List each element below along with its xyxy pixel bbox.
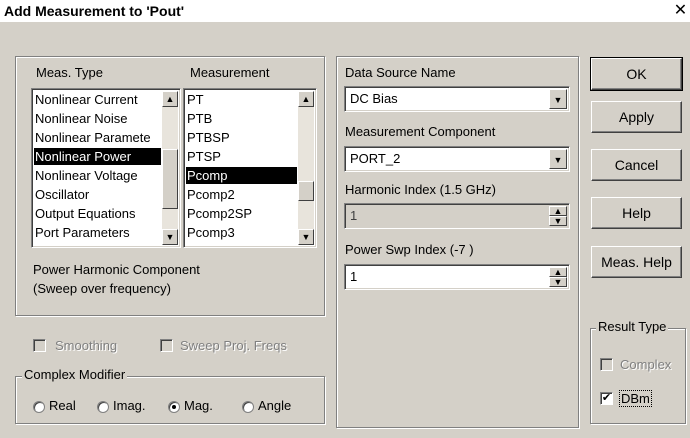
complex-modifier-label: Mag. (184, 398, 213, 413)
meas-type-list-item[interactable]: Nonlinear Power (34, 148, 161, 165)
scroll-up-icon[interactable]: ▲ (298, 91, 314, 107)
complex-checkbox[interactable] (600, 358, 613, 371)
chevron-down-icon[interactable]: ▼ (549, 89, 567, 109)
window-title: Add Measurement to 'Pout' (4, 3, 185, 19)
measurement-component-dropdown[interactable]: PORT_2 ▼ (344, 146, 570, 172)
data-source-value: DC Bias (350, 91, 398, 106)
measurement-list-item[interactable]: PTB (186, 110, 297, 127)
meas-type-header: Meas. Type (36, 65, 103, 80)
chevron-down-icon[interactable]: ▼ (549, 149, 567, 169)
spin-up-icon[interactable]: ▲ (549, 206, 567, 216)
scroll-down-icon[interactable]: ▼ (298, 229, 314, 245)
result-type-group (590, 328, 686, 424)
measurement-list-item[interactable]: PTSP (186, 148, 297, 165)
complex-modifier-label: Angle (258, 398, 292, 413)
smoothing-label: Smoothing (55, 338, 118, 353)
harmonic-index-value: 1 (350, 208, 358, 223)
sweep-proj-freqs-checkbox[interactable] (160, 339, 173, 352)
measurement-scrollbar[interactable]: ▲ ▼ (298, 91, 314, 245)
sweep-proj-freqs-label: Sweep Proj. Freqs (180, 338, 287, 353)
meas-type-list-item[interactable]: Nonlinear Current (34, 91, 161, 108)
apply-button[interactable]: Apply (591, 101, 682, 133)
meas-type-list-item[interactable]: Port Parameters (34, 224, 161, 241)
smoothing-checkbox[interactable] (33, 339, 46, 352)
complex-modifier-label: Imag. (113, 398, 146, 413)
spin-up-icon[interactable]: ▲ (549, 267, 567, 277)
measurement-header: Measurement (190, 65, 270, 80)
meas-type-list-item[interactable]: Nonlinear Noise (34, 110, 161, 127)
cancel-button[interactable]: Cancel (591, 149, 682, 181)
complex-modifier-radio-real[interactable] (33, 401, 45, 413)
data-source-dropdown[interactable]: DC Bias ▼ (344, 86, 570, 112)
complex-modifier-radio-angle[interactable] (242, 401, 254, 413)
scroll-up-icon[interactable]: ▲ (162, 91, 178, 107)
power-swp-value: 1 (350, 269, 358, 284)
measurement-list[interactable]: PT PTB PTBSP PTSP Pcomp Pcomp2 Pcomp2SP Pcomp3 … (183, 88, 317, 248)
power-swp-label: Power Swp Index (-7 ) (345, 242, 474, 257)
measurement-list-item[interactable]: Pcomp3 (186, 224, 297, 241)
complex-modifier-title: Complex Modifier (22, 367, 128, 382)
complex-modifier-label: Real (49, 398, 76, 413)
complex-label: Complex (620, 357, 672, 372)
measurement-list-item[interactable]: Pcomp (186, 167, 297, 184)
description-line-1: Power Harmonic Component (33, 262, 200, 277)
meas-help-button[interactable]: Meas. Help (591, 246, 682, 278)
power-swp-field[interactable]: 1 ▲ ▼ (344, 264, 570, 290)
scroll-thumb[interactable] (298, 181, 314, 201)
harmonic-index-label: Harmonic Index (1.5 GHz) (345, 182, 496, 197)
radio-selected-dot (172, 405, 176, 409)
description-line-2: (Sweep over frequency) (33, 281, 172, 296)
spin-down-icon[interactable]: ▼ (549, 216, 567, 226)
scroll-down-icon[interactable]: ▼ (162, 229, 178, 245)
data-source-label: Data Source Name (345, 65, 456, 80)
help-button[interactable]: Help (591, 197, 682, 229)
meas-type-list[interactable]: Nonlinear Current Nonlinear Noise Nonlinea… (31, 88, 181, 248)
meas-type-list-item[interactable]: Nonlinear Paramete (34, 129, 161, 146)
meas-type-list-item[interactable]: Oscillator (34, 186, 161, 203)
meas-type-list-item[interactable]: Output Equations (34, 205, 161, 222)
result-type-title: Result Type (596, 319, 669, 334)
measurement-list-item[interactable]: PTBSP (186, 129, 297, 146)
ok-button[interactable]: OK (590, 57, 683, 91)
measurement-list-item[interactable]: PT (186, 91, 297, 108)
meas-type-scrollbar[interactable]: ▲ ▼ (162, 91, 178, 245)
measurement-component-label: Measurement Component (345, 124, 496, 139)
dbm-label: DBm (619, 390, 652, 407)
measurement-list-item[interactable]: Pcomp2 (186, 186, 297, 203)
complex-modifier-radio-mag[interactable] (168, 401, 180, 413)
measurement-component-value: PORT_2 (350, 151, 401, 166)
complex-modifier-radio-imag[interactable] (97, 401, 109, 413)
dbm-checkbox[interactable]: ✔ (600, 392, 613, 405)
harmonic-index-field[interactable]: 1 ▲ ▼ (344, 203, 570, 229)
close-icon[interactable]: ✕ (671, 1, 690, 21)
scroll-thumb[interactable] (162, 149, 178, 209)
meas-type-list-item[interactable]: Nonlinear Voltage (34, 167, 161, 184)
spin-down-icon[interactable]: ▼ (549, 277, 567, 287)
measurement-list-item[interactable]: Pcomp2SP (186, 205, 297, 222)
